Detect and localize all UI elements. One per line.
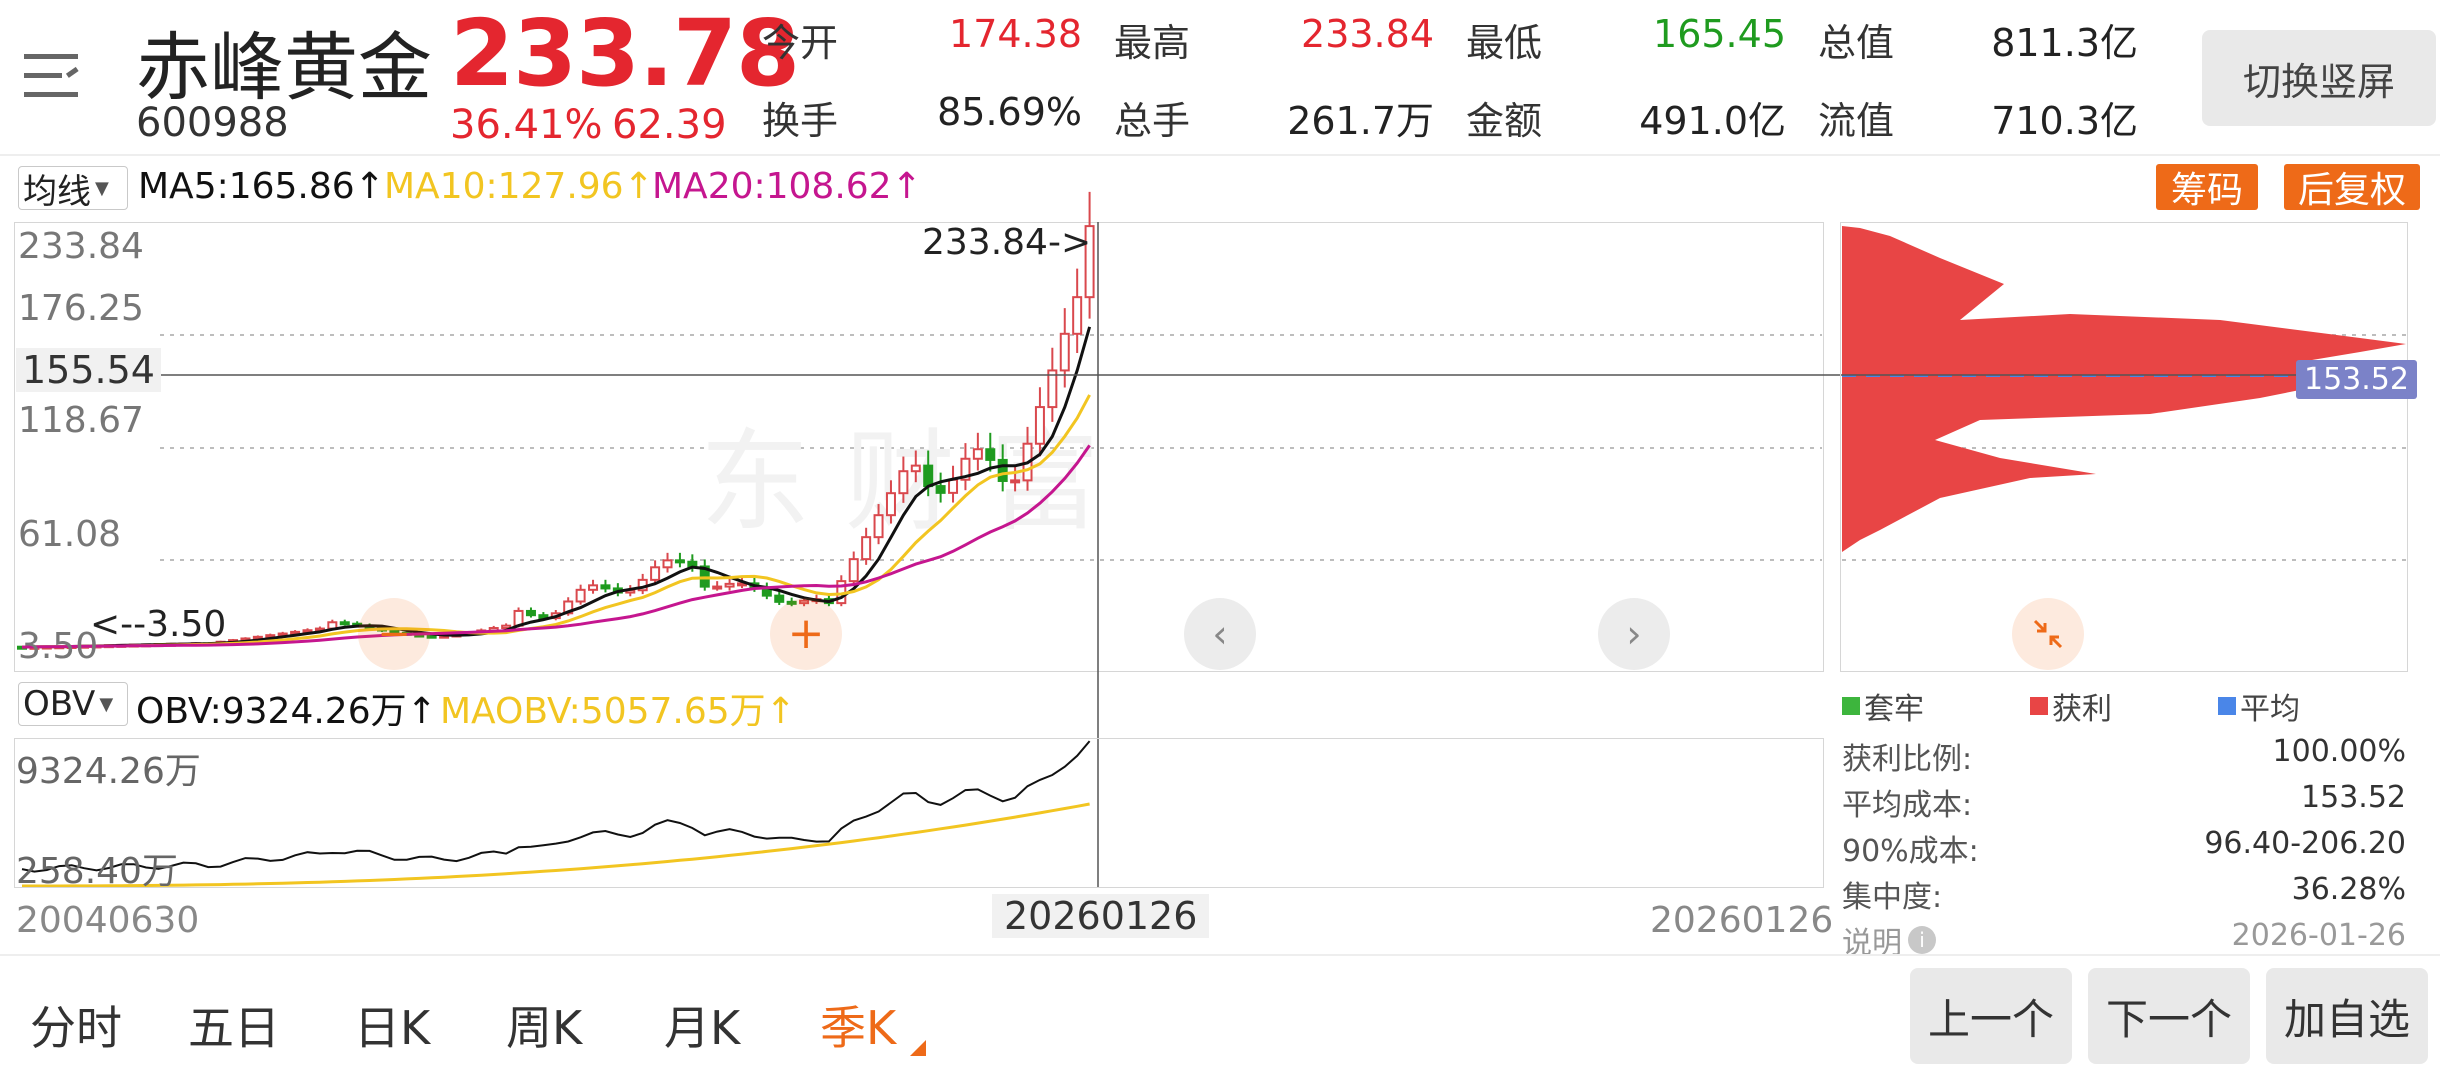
legend-swatch — [2030, 697, 2048, 715]
obv-value: OBV:9324.26万↑ — [136, 691, 437, 732]
chip-distribution-pane — [1840, 222, 2408, 672]
legend-label: 套牢 — [1864, 692, 1924, 727]
tab-monthly-k[interactable]: 月K — [664, 992, 740, 1058]
y-axis-label-max: 233.84 — [18, 226, 144, 267]
candle-body — [848, 558, 859, 583]
legend-swatch — [1842, 697, 1860, 715]
tab-five-day[interactable]: 五日 — [188, 992, 280, 1058]
obv-chart-pane[interactable] — [14, 738, 1824, 888]
candle-body — [910, 464, 921, 473]
candle-body — [588, 584, 599, 591]
legend-label: 平均 — [2240, 692, 2300, 727]
candle-body — [1034, 406, 1045, 445]
scroll-left-button[interactable]: ‹ — [1184, 598, 1256, 670]
maobv-value: MAOBV:5057.65万↑ — [440, 691, 796, 732]
chevron-down-icon: ▼ — [99, 693, 114, 715]
chip-stat-label: 集中度: — [1842, 880, 1943, 915]
period-more-indicator-icon — [910, 1040, 926, 1056]
chip-stat-label: 90%成本: — [1842, 834, 1979, 869]
candle-body — [873, 514, 884, 539]
legend-item-profit: 获利 — [2030, 684, 2218, 728]
candle-body — [650, 566, 661, 581]
y-axis-label-3: 118.67 — [18, 400, 144, 441]
chip-stat-value: 153.52 — [2301, 780, 2406, 815]
x-axis-end-date: 20260126 — [1650, 900, 1834, 941]
y-axis-label-4: 61.08 — [18, 514, 122, 555]
zoom-out-button[interactable]: − — [358, 598, 430, 670]
candle-body — [997, 458, 1008, 482]
plus-icon: + — [787, 608, 825, 659]
tab-intraday[interactable]: 分时 — [30, 992, 122, 1058]
candle-body — [674, 559, 685, 564]
scroll-right-button[interactable]: › — [1598, 598, 1670, 670]
chip-stat-value: 100.00% — [2272, 734, 2406, 769]
zoom-in-button[interactable]: + — [770, 598, 842, 670]
candle-body — [885, 492, 896, 517]
candle-body — [948, 478, 959, 494]
max-price-marker: 233.84-> — [922, 222, 1092, 263]
min-price-marker: <--3.50 — [90, 604, 227, 645]
obv-axis-label-min: 258.40万 — [16, 851, 178, 892]
chip-stat-label: 平均成本: — [1842, 788, 1973, 823]
avg-cost-tag: 153.52 — [2296, 360, 2417, 399]
x-axis-cursor-date: 20260126 — [992, 894, 1210, 938]
chip-stat-value: 36.28% — [2291, 872, 2406, 907]
next-stock-button[interactable]: 下一个 — [2088, 968, 2250, 1064]
cursor-price-label: 155.54 — [16, 348, 161, 392]
obv-select-label: OBV — [23, 684, 96, 724]
candle-body — [600, 584, 611, 590]
chip-legend: 套牢 获利 平均 — [1842, 684, 2406, 728]
minus-icon: − — [377, 611, 411, 657]
collapse-arrows-icon — [2033, 619, 2063, 649]
candle-body — [1047, 369, 1058, 409]
candle-body — [724, 582, 735, 588]
chip-date: 2026-01-26 — [2231, 918, 2406, 953]
candle-body — [972, 448, 983, 460]
candle-body — [923, 464, 934, 488]
candle-body — [935, 485, 946, 494]
y-axis-label-2: 176.25 — [18, 288, 144, 329]
candle-body — [662, 559, 673, 569]
candle-body — [712, 585, 723, 590]
legend-item-locked: 套牢 — [1842, 684, 2030, 728]
tab-quarterly-k[interactable]: 季K — [820, 992, 896, 1058]
chip-stat-label: 获利比例: — [1842, 742, 1973, 777]
candle-body — [575, 588, 586, 603]
candle-body — [1072, 296, 1083, 335]
x-axis-start-date: 20040630 — [16, 900, 200, 941]
info-icon: i — [1908, 926, 1936, 954]
y-axis-label-min: 3.50 — [18, 626, 99, 667]
candle-body — [1059, 332, 1070, 372]
add-favorite-button[interactable]: 加自选 — [2266, 968, 2428, 1064]
bottom-divider — [0, 954, 2440, 956]
tab-daily-k[interactable]: 日K — [354, 992, 430, 1058]
legend-swatch — [2218, 697, 2236, 715]
candle-body — [774, 594, 785, 603]
candle-body — [985, 448, 996, 461]
candle-body — [339, 621, 350, 626]
candle-body — [1010, 479, 1021, 484]
candle-body — [861, 536, 872, 561]
chevron-left-icon: ‹ — [1212, 612, 1228, 656]
legend-label: 获利 — [2052, 692, 2112, 727]
candle-body — [898, 470, 909, 495]
obv-indicator-select[interactable]: OBV ▼ — [18, 682, 128, 726]
tab-weekly-k[interactable]: 周K — [506, 992, 582, 1058]
prev-stock-button[interactable]: 上一个 — [1910, 968, 2072, 1064]
candle-body — [525, 609, 536, 617]
chip-collapse-button[interactable] — [2012, 598, 2084, 670]
chevron-right-icon: › — [1626, 612, 1642, 656]
chip-stat-value: 96.40-206.20 — [2204, 826, 2406, 861]
obv-axis-label-max: 9324.26万 — [16, 751, 201, 792]
legend-item-average: 平均 — [2218, 684, 2406, 728]
